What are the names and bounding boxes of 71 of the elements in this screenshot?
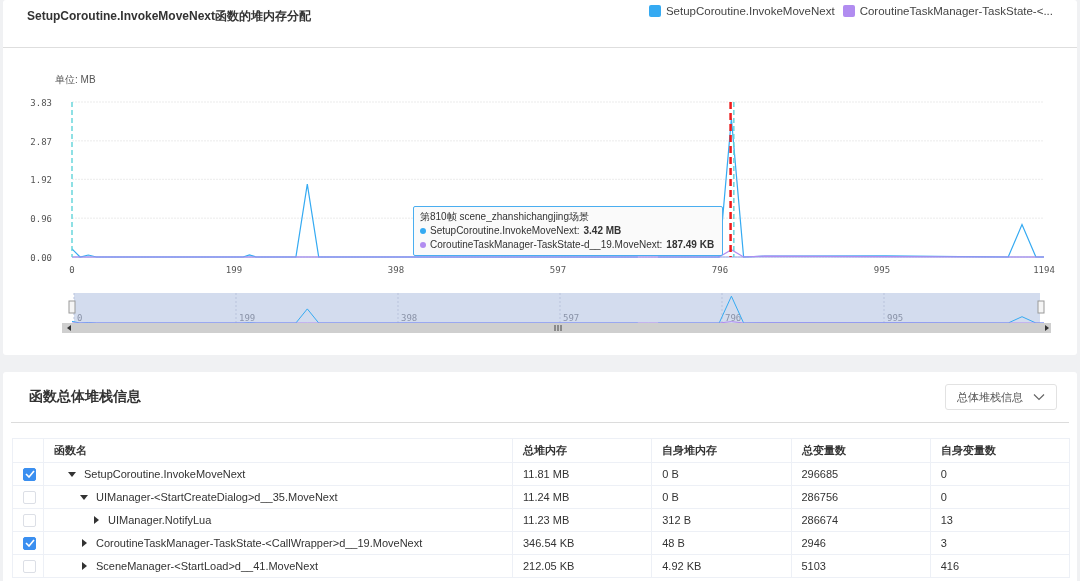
overview-tick-label: 398 (401, 313, 418, 323)
x-tick-label: 796 (711, 265, 729, 275)
caret-down-icon[interactable] (80, 493, 88, 501)
tooltip-label: SetupCoroutine.InvokeMoveNext: (430, 224, 580, 238)
y-tick-label: 0.00 (30, 253, 52, 263)
caret-right-icon[interactable] (80, 562, 88, 570)
grip-icon[interactable] (554, 324, 562, 332)
table-cell: 212.05 KB (523, 560, 575, 572)
scroll-left-icon[interactable] (67, 325, 71, 331)
tooltip-value: 3.42 MB (583, 224, 622, 238)
x-tick-label: 1194 (1033, 265, 1055, 275)
overview-tick-label: 796 (725, 313, 742, 323)
table-cell: 4.92 KB (662, 560, 702, 572)
caret-right-icon[interactable] (92, 516, 100, 524)
function-name: SetupCoroutine.InvokeMoveNext (84, 468, 246, 480)
overview-tick-label: 995 (887, 313, 904, 323)
x-tick-label: 398 (387, 265, 405, 275)
table-cell: 0 (940, 491, 947, 503)
row-checkbox[interactable] (23, 467, 36, 481)
column-header[interactable]: 函数名 (54, 443, 87, 456)
overview-tick-label: 0 (77, 313, 83, 323)
overview-tick-label: 199 (239, 313, 256, 323)
table-cell: 11.81 MB (523, 468, 570, 480)
section-title: 函数总体堆栈信息 (29, 388, 141, 406)
x-tick-label: 597 (549, 265, 567, 275)
table-cell: 11.23 MB (523, 514, 570, 526)
legend-label[interactable]: SetupCoroutine.InvokeMoveNext (665, 5, 835, 17)
y-tick-label: 1.92 (30, 175, 52, 186)
table-cell: 5103 (801, 560, 826, 572)
caret-right-icon[interactable] (80, 539, 88, 547)
function-name: UIManager-<StartCreateDialog>d__35.MoveNext (96, 491, 338, 503)
chart-title: SetupCoroutine.InvokeMoveNext函数的堆内存分配 (27, 8, 312, 25)
range-handle[interactable] (1037, 300, 1045, 314)
x-tick-label: 0 (69, 265, 75, 275)
y-tick-label: 3.83 (30, 98, 52, 108)
column-header[interactable]: 总变量数 (801, 443, 846, 456)
table-cell: 286756 (801, 491, 839, 503)
table-cell: 3 (940, 537, 947, 549)
table-cell: 346.54 KB (523, 537, 575, 549)
table-cell: 11.24 MB (523, 491, 570, 503)
chevron-down-icon (1033, 393, 1045, 401)
tooltip-title: 第810帧 scene_zhanshichangjing场景 (420, 210, 590, 224)
table-cell: 13 (940, 514, 953, 526)
scroll-right-icon[interactable] (1045, 325, 1049, 331)
function-name: SceneManager-<StartLoad>d__41.MoveNext (96, 560, 318, 572)
function-name: CoroutineTaskManager-TaskState-<CallWrapper>d__19.MoveNext (96, 537, 423, 549)
tooltip-label: CoroutineTaskManager-TaskState-d__19.MoveNext: (430, 238, 663, 252)
table-cell: 48 B (662, 537, 685, 549)
legend-label[interactable]: CoroutineTaskManager-TaskState-<... (859, 5, 1053, 17)
y-axis-label: 单位: MB (55, 74, 96, 85)
table-cell: 0 B (662, 468, 679, 480)
table-cell: 2946 (801, 537, 826, 549)
range-handle[interactable] (68, 300, 76, 314)
table-cell: 0 (940, 468, 947, 480)
column-header[interactable]: 总堆内存 (523, 443, 567, 456)
caret-down-icon[interactable] (68, 470, 76, 478)
y-tick-label: 2.87 (30, 136, 52, 147)
table-cell: 296685 (801, 468, 839, 480)
tooltip-value: 187.49 KB (666, 238, 715, 252)
x-tick-label: 199 (225, 265, 243, 275)
scrollbar[interactable] (62, 323, 1051, 333)
row-checkbox[interactable] (23, 536, 36, 550)
x-tick-label: 995 (873, 265, 891, 275)
y-tick-label: 0.96 (30, 214, 52, 225)
table-cell: 312 B (662, 514, 691, 526)
table-cell: 286674 (801, 514, 839, 526)
view-dropdown[interactable]: 总体堆栈信息 (945, 384, 1057, 410)
overview-tick-label: 597 (563, 313, 580, 323)
table-cell: 416 (940, 560, 960, 572)
table-cell: 0 B (662, 491, 679, 503)
function-name: UIManager.NotifyLua (108, 514, 212, 526)
